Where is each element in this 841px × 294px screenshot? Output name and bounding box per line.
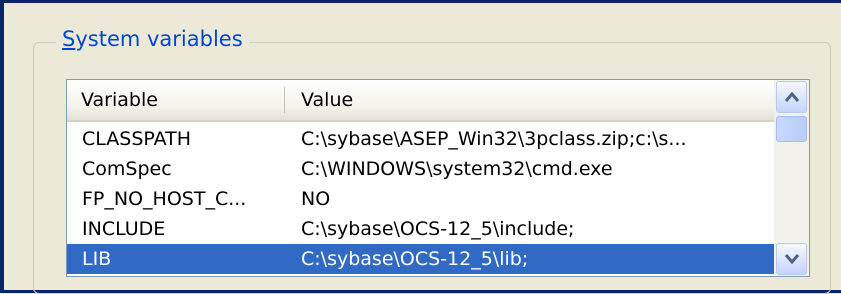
variable-value: NO [301,188,331,210]
group-label-rest: ystem variables [75,27,243,51]
accelerator-char: S [62,27,76,51]
list-row[interactable]: CLASSPATH C:\sybase\ASEP_Win32\3pclass.z… [67,124,774,154]
window-frame-left [0,0,4,293]
column-divider[interactable] [284,87,285,113]
scroll-up-button[interactable] [776,81,807,113]
list-row[interactable]: ComSpec C:\WINDOWS\system32\cmd.exe [67,154,774,184]
variable-name: INCLUDE [82,218,166,240]
environment-variables-dialog: System variables Variable Value CLASSPAT… [0,0,841,294]
scroll-down-button[interactable] [776,243,807,275]
list-header: Variable Value [67,80,774,122]
column-header-value[interactable]: Value [301,80,353,120]
variable-value: C:\sybase\ASEP_Win32\3pclass.zip;c:\s... [301,128,687,150]
variable-name: CLASSPATH [82,128,192,150]
variable-value: C:\WINDOWS\system32\cmd.exe [301,158,613,180]
variable-name: LIB [82,248,112,270]
variable-name: ComSpec [82,158,172,180]
list-row[interactable]: FP_NO_HOST_C... NO [67,184,774,214]
scroll-thumb[interactable] [776,116,807,142]
system-variables-list[interactable]: Variable Value CLASSPATH C:\sybase\ASEP_… [66,79,810,277]
system-variables-label: System variables [56,26,249,52]
window-frame-top [0,0,841,3]
list-row-selected[interactable]: LIB C:\sybase\OCS-12_5\lib; [67,244,774,274]
list-rows: CLASSPATH C:\sybase\ASEP_Win32\3pclass.z… [67,124,774,274]
variable-name: FP_NO_HOST_C... [82,188,247,210]
list-row[interactable]: INCLUDE C:\sybase\OCS-12_5\include; [67,214,774,244]
chevron-up-icon [784,91,800,102]
variable-value: C:\sybase\OCS-12_5\include; [301,218,575,240]
vertical-scrollbar[interactable] [774,80,809,276]
chevron-down-icon [784,254,800,265]
column-header-variable[interactable]: Variable [81,80,158,120]
variable-value: C:\sybase\OCS-12_5\lib; [301,248,529,270]
